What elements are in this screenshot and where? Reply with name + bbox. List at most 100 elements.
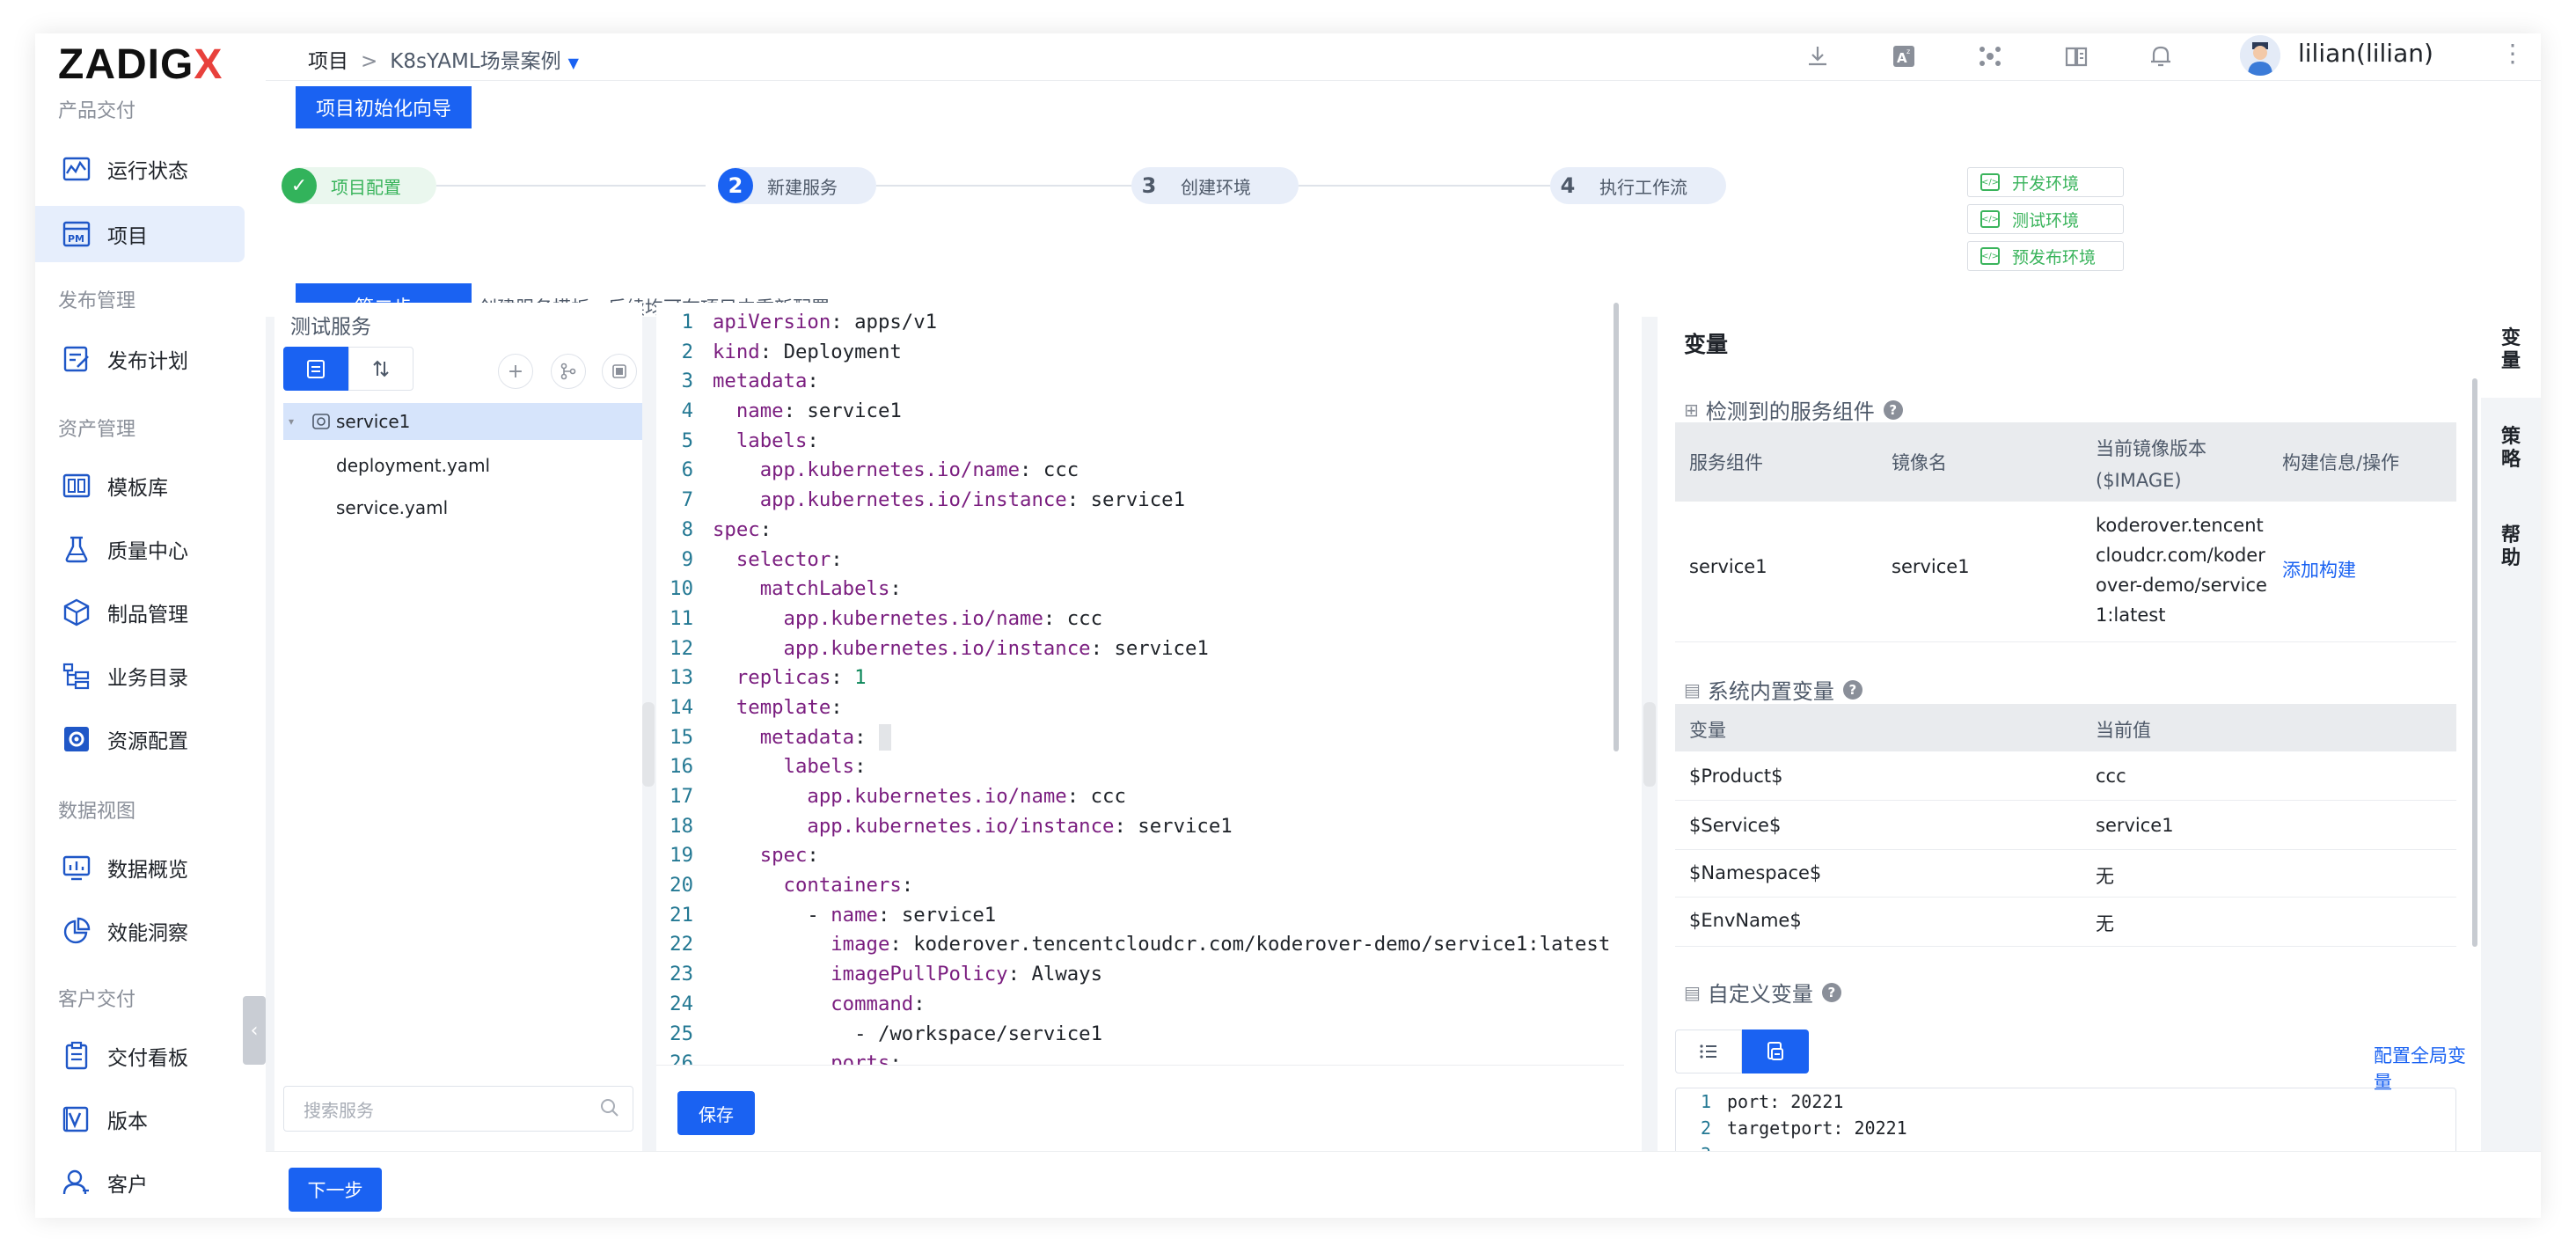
env-tag-dev[interactable]: </> 开发环境 bbox=[1967, 167, 2124, 197]
panel-resize-handle[interactable] bbox=[1643, 702, 1656, 787]
sort-button[interactable] bbox=[348, 347, 413, 391]
template-import-button[interactable] bbox=[602, 354, 637, 389]
download-icon[interactable] bbox=[1802, 40, 1833, 72]
init-guide-button[interactable]: 项目初始化向导 bbox=[296, 86, 472, 128]
code-line[interactable]: 4 name: service1 bbox=[656, 397, 1624, 427]
breadcrumb-project[interactable]: K8sYAML场景案例 bbox=[390, 50, 560, 73]
sidebar-item-version[interactable]: 版本 bbox=[35, 1091, 245, 1147]
env-tag-staging[interactable]: </> 预发布环境 bbox=[1967, 241, 2124, 271]
components-section-title: ⊞ 检测到的服务组件? bbox=[1684, 394, 1903, 425]
code-line[interactable]: 2 targetport: 20221 bbox=[1676, 1115, 2455, 1141]
avatar[interactable] bbox=[2240, 35, 2280, 76]
code-line[interactable]: 7 app.kubernetes.io/instance: service1 bbox=[656, 486, 1624, 516]
save-button[interactable]: 保存 bbox=[677, 1091, 755, 1135]
sidebar-item-data-overview[interactable]: 数据概览 bbox=[35, 839, 245, 896]
code-line[interactable]: 15 metadata: bbox=[656, 723, 1624, 753]
code-line[interactable]: 19 spec: bbox=[656, 841, 1624, 871]
code-line[interactable]: 6 app.kubernetes.io/name: ccc bbox=[656, 456, 1624, 486]
sidebar-item-customer[interactable]: 客户 bbox=[35, 1154, 245, 1211]
sidebar-item-efficiency-insight[interactable]: 效能洞察 bbox=[35, 903, 245, 959]
code-line[interactable]: 10 matchLabels: bbox=[656, 575, 1624, 605]
sidebar-section-title: 资产管理 bbox=[58, 419, 136, 441]
code-line[interactable]: 2 kind: Deployment bbox=[656, 338, 1624, 368]
caret-down-icon[interactable]: ▼ bbox=[568, 55, 579, 71]
sidebar-item-artifact[interactable]: 制品管理 bbox=[35, 584, 245, 641]
project-pm-icon: PM bbox=[62, 219, 91, 249]
help-icon[interactable]: ? bbox=[1821, 982, 1841, 1002]
init-wizard: 项目初始化向导 ✓ 项目配置 2 新建服务 3 创建环境 4 执行工作流 </>… bbox=[266, 81, 2541, 329]
env-tag-test[interactable]: </> 测试环境 bbox=[1967, 204, 2124, 234]
help-icon[interactable]: ? bbox=[1842, 679, 1862, 700]
code-line[interactable]: 18 app.kubernetes.io/instance: service1 bbox=[656, 812, 1624, 842]
code-line[interactable]: 16 labels: bbox=[656, 752, 1624, 782]
editor-scrollbar[interactable] bbox=[1614, 303, 1619, 751]
list-mode-button[interactable] bbox=[1675, 1030, 1742, 1073]
git-repo-button[interactable] bbox=[551, 354, 586, 389]
wizard-step-create-env[interactable]: 3 创建环境 bbox=[1131, 167, 1299, 204]
code-line[interactable]: 21 - name: service1 bbox=[656, 901, 1624, 931]
code-line[interactable]: 13 replicas: 1 bbox=[656, 663, 1624, 693]
cluster-icon[interactable] bbox=[1974, 40, 2006, 72]
service-search-input[interactable]: 搜索服务 bbox=[283, 1086, 633, 1132]
more-vertical-icon[interactable]: ⋮ bbox=[2500, 39, 2525, 68]
wizard-step-new-service[interactable]: 2 新建服务 bbox=[718, 167, 876, 204]
sidebar-item-business-catalog[interactable]: 业务目录 bbox=[35, 648, 245, 704]
code-line[interactable]: 24 command: bbox=[656, 990, 1624, 1020]
user-name[interactable]: lilian(lilian) bbox=[2298, 39, 2433, 68]
clipboard-icon bbox=[62, 1041, 91, 1071]
text-cursor bbox=[878, 724, 891, 751]
yaml-editor[interactable]: 1 apiVersion: apps/v1 2 kind: Deployment 3 me… bbox=[656, 303, 1642, 1151]
sidebar-item-label: 质量中心 bbox=[107, 540, 188, 563]
code-line[interactable]: 3 metadata: bbox=[656, 367, 1624, 397]
document-icon: ▤ bbox=[1684, 678, 1701, 700]
breadcrumb-root[interactable]: 项目 bbox=[308, 50, 348, 73]
code-line[interactable]: 17 app.kubernetes.io/name: ccc bbox=[656, 782, 1624, 812]
sidebar-item-status[interactable]: 运行状态 bbox=[35, 141, 245, 197]
code-line[interactable]: 8 spec: bbox=[656, 516, 1624, 546]
sidebar-item-quality-center[interactable]: 质量中心 bbox=[35, 521, 245, 577]
code-line[interactable]: 12 app.kubernetes.io/instance: service1 bbox=[656, 634, 1624, 664]
tab-variables[interactable]: 变量 bbox=[2481, 303, 2541, 398]
wizard-step-project-config[interactable]: ✓ 项目配置 bbox=[282, 167, 436, 204]
code-line[interactable]: 1 port: 20221 bbox=[1676, 1088, 2455, 1115]
translate-icon[interactable]: Az bbox=[1888, 40, 1920, 72]
code-line[interactable]: 1 apiVersion: apps/v1 bbox=[656, 308, 1624, 338]
code-line[interactable]: 26 ports: bbox=[656, 1049, 1624, 1065]
list-icon bbox=[1700, 1044, 1716, 1059]
code-line[interactable]: 23 imagePullPolicy: Always bbox=[656, 960, 1624, 990]
next-step-button[interactable]: 下一步 bbox=[289, 1168, 382, 1212]
list-view-button[interactable] bbox=[283, 347, 348, 391]
sidebar-item-template-library[interactable]: 模板库 bbox=[35, 458, 245, 514]
add-service-button[interactable]: + bbox=[498, 354, 533, 389]
code-line[interactable]: 20 containers: bbox=[656, 871, 1624, 901]
panel-resize-handle[interactable] bbox=[642, 702, 655, 787]
code-area[interactable]: 1 apiVersion: apps/v1 2 kind: Deployment 3 me… bbox=[656, 308, 1624, 1065]
code-line[interactable]: 9 selector: bbox=[656, 546, 1624, 575]
add-build-link[interactable]: 添加构建 bbox=[2282, 556, 2356, 583]
zadig-logo[interactable]: ZADIGX bbox=[58, 40, 223, 89]
sidebar-item-project[interactable]: PM 项目 bbox=[35, 206, 245, 262]
configure-global-vars-link[interactable]: 配置全局变量 bbox=[2374, 1042, 2481, 1095]
tree-item-file[interactable]: service.yaml bbox=[283, 489, 642, 526]
sidebar-item-resource-config[interactable]: 资源配置 bbox=[35, 711, 245, 767]
bell-icon[interactable] bbox=[2145, 40, 2177, 72]
tab-policy[interactable]: 策略 bbox=[2481, 407, 2541, 491]
code-line[interactable]: 11 app.kubernetes.io/name: ccc bbox=[656, 605, 1624, 634]
step-number: 4 bbox=[1560, 173, 1576, 198]
wizard-step-run-workflow[interactable]: 4 执行工作流 bbox=[1550, 167, 1726, 204]
caret-down-icon[interactable]: ▾ bbox=[283, 415, 304, 428]
yaml-mode-button[interactable] bbox=[1742, 1030, 1809, 1073]
tab-help[interactable]: 帮助 bbox=[2481, 505, 2541, 590]
tree-item-service[interactable]: ▾ service1 bbox=[283, 403, 642, 440]
help-icon[interactable]: ? bbox=[1883, 399, 1903, 420]
code-line[interactable]: 5 labels: bbox=[656, 427, 1624, 457]
variables-scrollbar[interactable] bbox=[2472, 378, 2477, 947]
book-icon[interactable] bbox=[2060, 40, 2092, 72]
code-line[interactable]: 14 template: bbox=[656, 693, 1624, 723]
sidebar-item-release-plan[interactable]: 发布计划 bbox=[35, 331, 245, 387]
sidebar-item-delivery-board[interactable]: 交付看板 bbox=[35, 1028, 245, 1084]
code-line[interactable]: 22 image: koderover.tencentcloudcr.com/k… bbox=[656, 930, 1624, 960]
tree-item-file[interactable]: deployment.yaml bbox=[283, 447, 642, 484]
sidebar-collapse-button[interactable]: ‹ bbox=[243, 996, 266, 1065]
code-line[interactable]: 25 - /workspace/service1 bbox=[656, 1020, 1624, 1050]
